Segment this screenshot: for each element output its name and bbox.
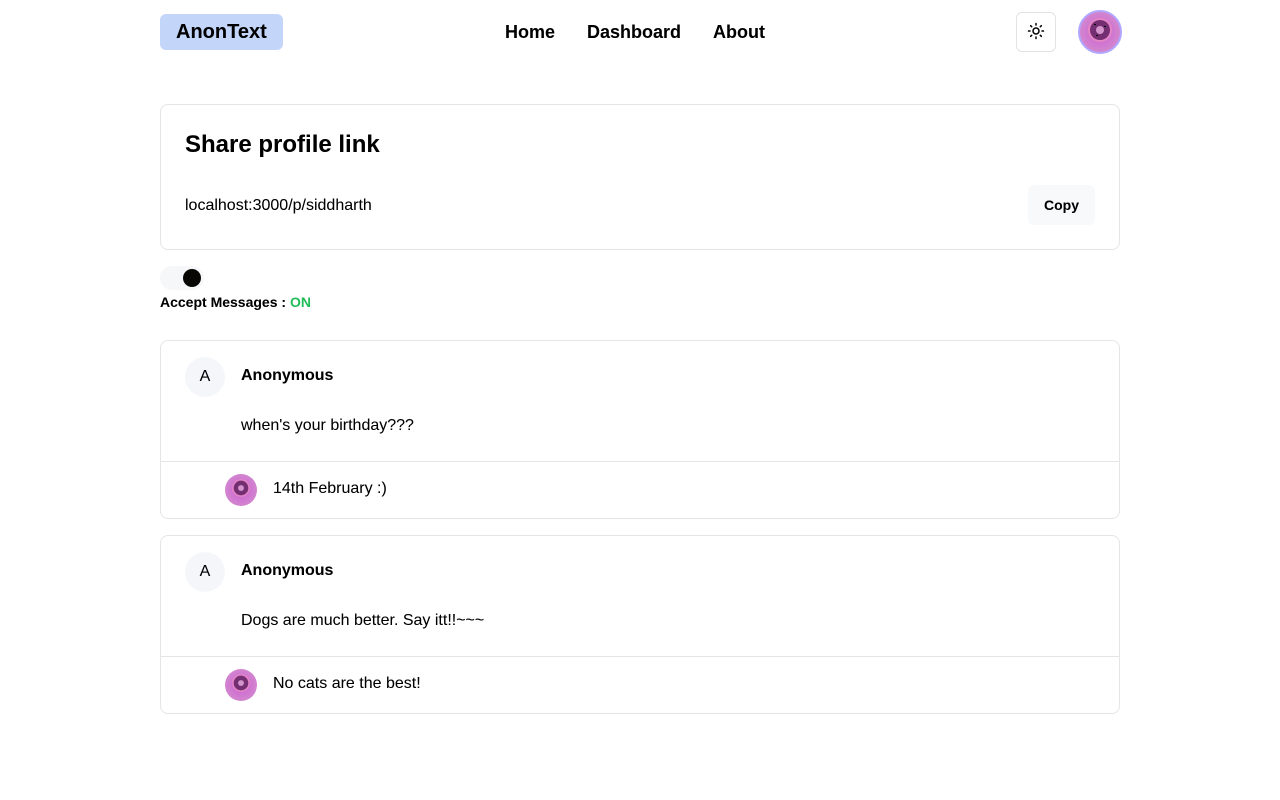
share-title: Share profile link <box>185 131 380 158</box>
page: AnonText Home Dashboard About Share prof… <box>0 0 1280 800</box>
avatar-letter: A <box>199 368 211 385</box>
message-avatar: A <box>185 357 225 397</box>
message-divider <box>161 461 1119 462</box>
toggle-knob <box>183 269 201 287</box>
donut-avatar-icon <box>230 672 252 699</box>
sun-icon <box>1027 22 1045 43</box>
content-layer: AnonText Home Dashboard About Share prof… <box>0 0 1280 800</box>
nav-home-link[interactable]: Home <box>505 20 555 45</box>
theme-toggle-button[interactable] <box>1016 12 1056 52</box>
app-logo[interactable]: AnonText <box>160 14 283 50</box>
copy-button[interactable]: Copy <box>1028 185 1095 225</box>
reply-text: No cats are the best! <box>273 675 421 692</box>
accept-label-text: Accept Messages : <box>160 294 290 310</box>
share-profile-card: Share profile link localhost:3000/p/sidd… <box>160 104 1120 250</box>
message-text: when's your birthday??? <box>241 417 414 434</box>
nav-dashboard-link[interactable]: Dashboard <box>587 20 681 45</box>
message-divider <box>161 656 1119 657</box>
reply-text: 14th February :) <box>273 480 387 497</box>
user-avatar[interactable] <box>1078 10 1122 54</box>
accept-messages-label: Accept Messages : ON <box>160 294 311 310</box>
donut-avatar-icon <box>230 477 252 504</box>
reply-avatar <box>225 474 257 506</box>
message-card: A Anonymous Dogs are much better. Say it… <box>160 535 1120 714</box>
main-nav: Home Dashboard About <box>505 20 765 45</box>
profile-link: localhost:3000/p/siddharth <box>185 197 372 214</box>
message-author: Anonymous <box>241 562 334 579</box>
accept-status: ON <box>289 294 311 310</box>
message-avatar: A <box>185 552 225 592</box>
nav-about-link[interactable]: About <box>713 20 765 45</box>
accept-messages-toggle[interactable] <box>160 266 204 290</box>
message-text: Dogs are much better. Say itt!!~~~ <box>241 612 485 629</box>
donut-avatar-icon <box>1085 15 1115 50</box>
avatar-letter: A <box>199 563 211 580</box>
reply-avatar <box>225 669 257 701</box>
message-author: Anonymous <box>241 367 334 384</box>
logo-text: AnonText <box>176 20 267 43</box>
message-card: A Anonymous when's your birthday??? 14th… <box>160 340 1120 519</box>
